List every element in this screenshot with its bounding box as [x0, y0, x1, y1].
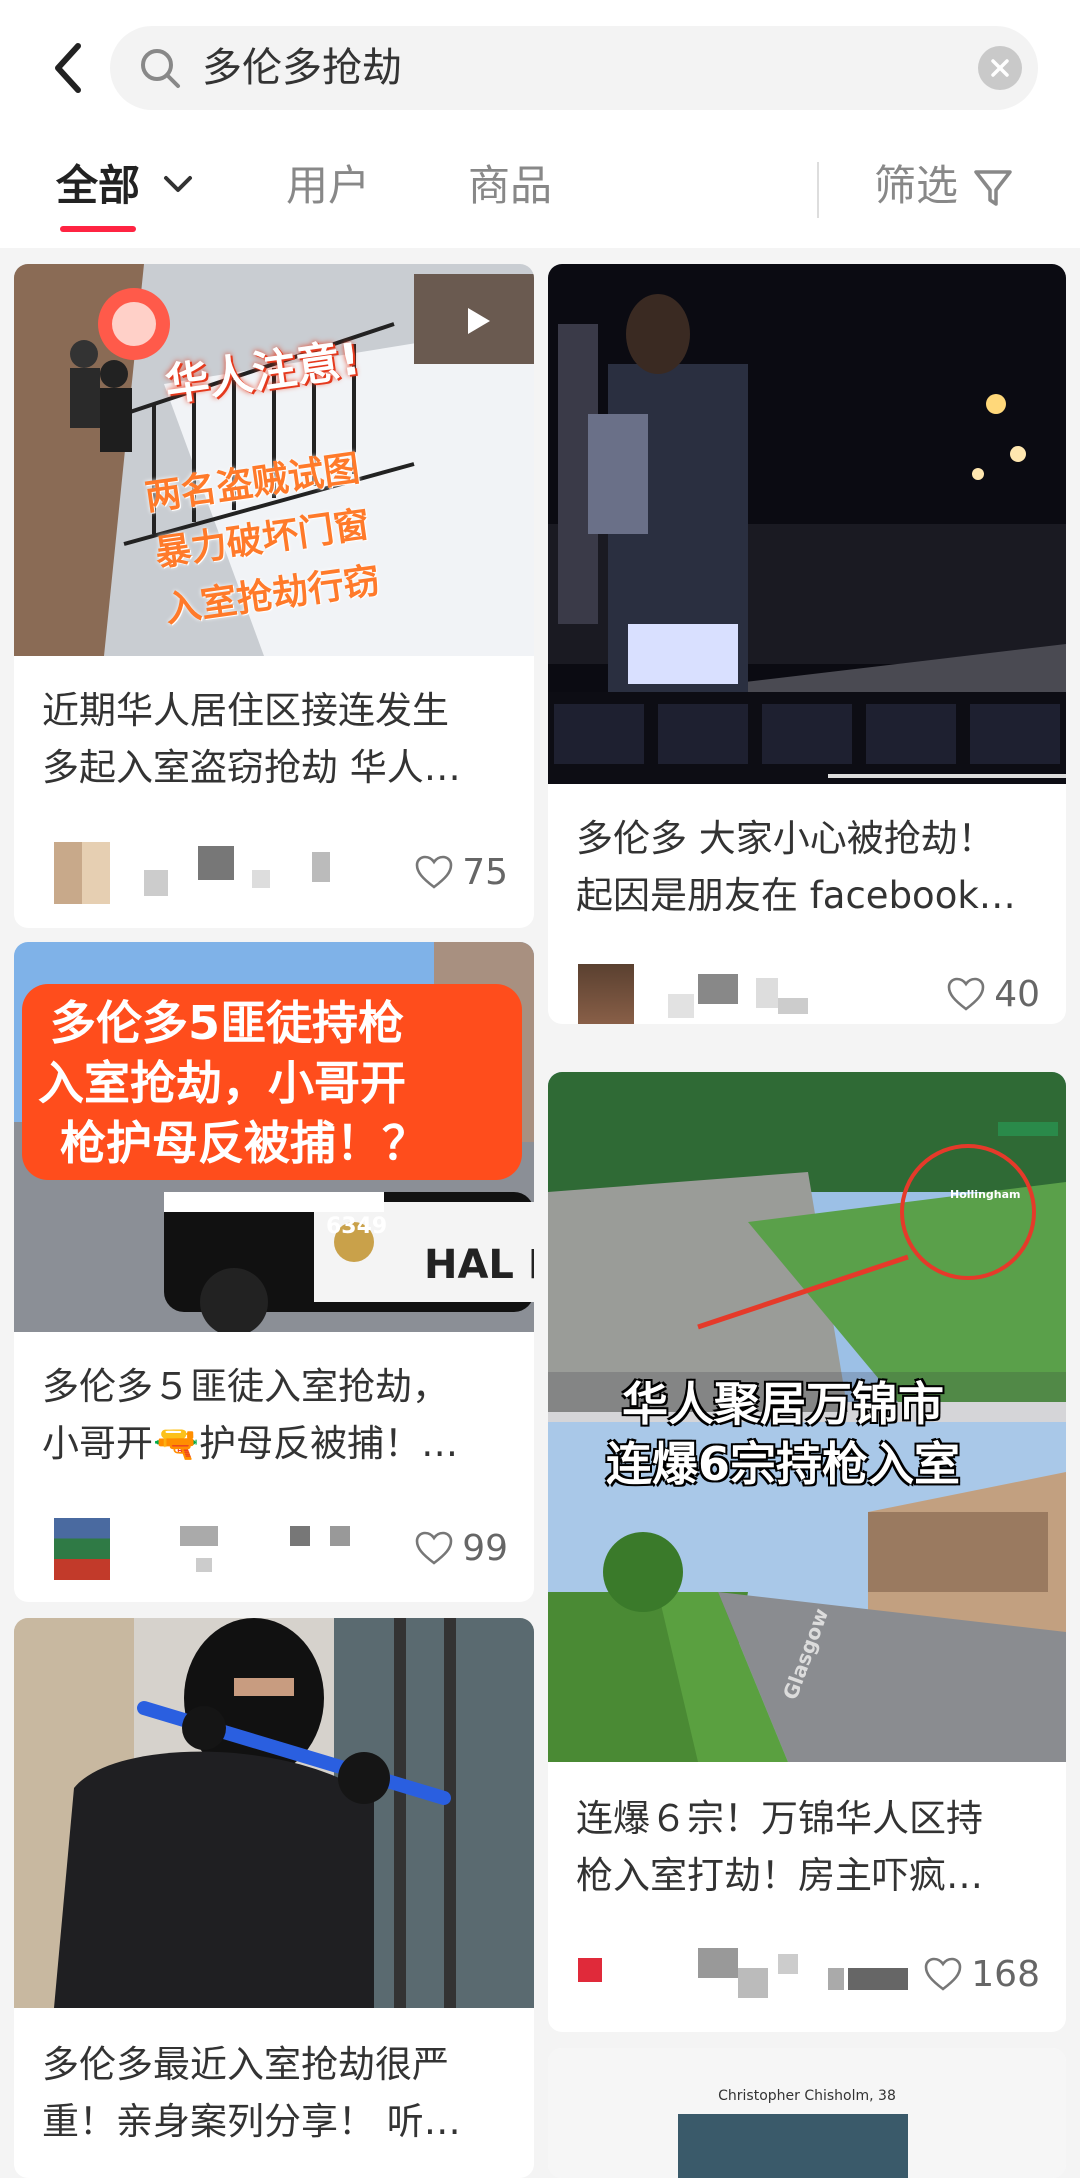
- filter-button[interactable]: 筛选: [874, 156, 958, 216]
- active-tab-indicator: [60, 226, 136, 232]
- note-title: 多伦多５匪徒入室抢劫， 小哥开🔫护母反被捕！…: [42, 1365, 459, 1465]
- username-blurred[interactable]: [134, 1522, 374, 1578]
- play-icon: [468, 308, 490, 334]
- chevron-down-icon[interactable]: [162, 172, 194, 196]
- like-button[interactable]: 99: [414, 1522, 508, 1574]
- like-button[interactable]: 168: [923, 1948, 1040, 2000]
- note-cover-image: 多伦多5匪徒持枪 入室抢劫，小哥开 枪护母反被捕！？ 6349 HAL PO: [14, 942, 534, 1332]
- like-count: 40: [994, 973, 1040, 1015]
- username-blurred[interactable]: [134, 846, 374, 902]
- avatar[interactable]: [54, 842, 110, 904]
- overlay-line: 华人聚居万锦市: [622, 1377, 944, 1431]
- username-blurred[interactable]: [668, 968, 908, 1024]
- note-card[interactable]: 华人聚居万锦市 连爆6宗持枪入室 Hollingham Glasgow 连爆６宗…: [548, 1072, 1066, 2032]
- heart-outline-icon: [415, 855, 453, 889]
- like-button[interactable]: 75: [414, 846, 508, 898]
- image-caption: Christopher Chisholm, 38: [718, 2088, 896, 2104]
- username-blurred[interactable]: [668, 1948, 908, 2004]
- like-count: 99: [462, 1527, 508, 1569]
- search-header: 多伦多抢劫 全部 用户 商品 筛选: [0, 0, 1080, 248]
- tab-users[interactable]: 用户: [286, 156, 370, 216]
- car-number: 6349: [326, 1214, 388, 1239]
- note-cover-image: [548, 264, 1066, 784]
- note-title: 多伦多最近入室抢劫很严 重！亲身案列分享！ 听…: [42, 2043, 461, 2143]
- tab-goods[interactable]: 商品: [468, 156, 552, 216]
- note-card[interactable]: 多伦多最近入室抢劫很严 重！亲身案列分享！ 听…: [14, 1618, 534, 2178]
- heart-outline-icon: [947, 977, 985, 1011]
- overlay-line: 枪护母反被捕！？: [60, 1116, 428, 1170]
- avatar[interactable]: [578, 1958, 602, 1982]
- note-cover-image: [14, 1618, 534, 2008]
- search-input[interactable]: 多伦多抢劫: [110, 26, 1038, 110]
- street-sign: Hollingham: [950, 1188, 1021, 1201]
- search-query: 多伦多抢劫: [202, 45, 402, 91]
- chevron-left-icon: [55, 43, 81, 93]
- tab-all[interactable]: 全部: [56, 156, 140, 216]
- note-card[interactable]: 华人注意! 两名盗贼试图 暴力破坏门窗 入室抢劫行窃 近期华人居住区接连发生 多…: [14, 264, 534, 928]
- like-count: 168: [971, 1953, 1040, 1995]
- car-door-text: HAL PO: [424, 1242, 534, 1288]
- note-meta: 99: [14, 1512, 534, 1582]
- note-card[interactable]: 多伦多 大家小心被抢劫！ 起因是朋友在 facebook… 40: [548, 264, 1066, 1024]
- note-cover-image: 华人聚居万锦市 连爆6宗持枪入室 Hollingham Glasgow: [548, 1072, 1066, 1762]
- photo: [678, 2114, 908, 2178]
- avatar[interactable]: [54, 1518, 110, 1580]
- heart-outline-icon: [924, 1957, 962, 1991]
- clear-button[interactable]: [978, 46, 1022, 90]
- note-meta: 75: [14, 836, 534, 906]
- overlay-line: 入室抢劫，小哥开: [38, 1056, 406, 1110]
- like-count: 75: [462, 851, 508, 893]
- search-icon: [141, 49, 180, 88]
- result-tabs: 全部 用户 商品 筛选: [0, 150, 1080, 240]
- back-button[interactable]: [36, 36, 100, 100]
- funnel-icon[interactable]: [972, 166, 1014, 210]
- avatar[interactable]: [578, 964, 634, 1024]
- like-button[interactable]: 40: [946, 968, 1040, 1020]
- note-cover-image: 华人注意! 两名盗贼试图 暴力破坏门窗 入室抢劫行窃: [14, 264, 534, 656]
- overlay-line: 多伦多5匪徒持枪: [50, 996, 405, 1050]
- divider: [817, 162, 819, 218]
- note-meta: 168: [548, 1938, 1066, 2008]
- note-title: 连爆６宗！万锦华人区持 枪入室打劫！房主吓疯…: [576, 1797, 983, 1897]
- close-icon: [991, 59, 1009, 77]
- overlay-line: 连爆6宗持枪入室: [606, 1437, 961, 1491]
- heart-outline-icon: [415, 1531, 453, 1565]
- note-card[interactable]: 多伦多5匪徒持枪 入室抢劫，小哥开 枪护母反被捕！？ 6349 HAL PO 多…: [14, 942, 534, 1602]
- note-title: 近期华人居住区接连发生 多起入室盗窃抢劫 华人…: [42, 689, 461, 789]
- note-title: 多伦多 大家小心被抢劫！ 起因是朋友在 facebook…: [576, 817, 1016, 917]
- note-meta: 40: [548, 958, 1066, 1024]
